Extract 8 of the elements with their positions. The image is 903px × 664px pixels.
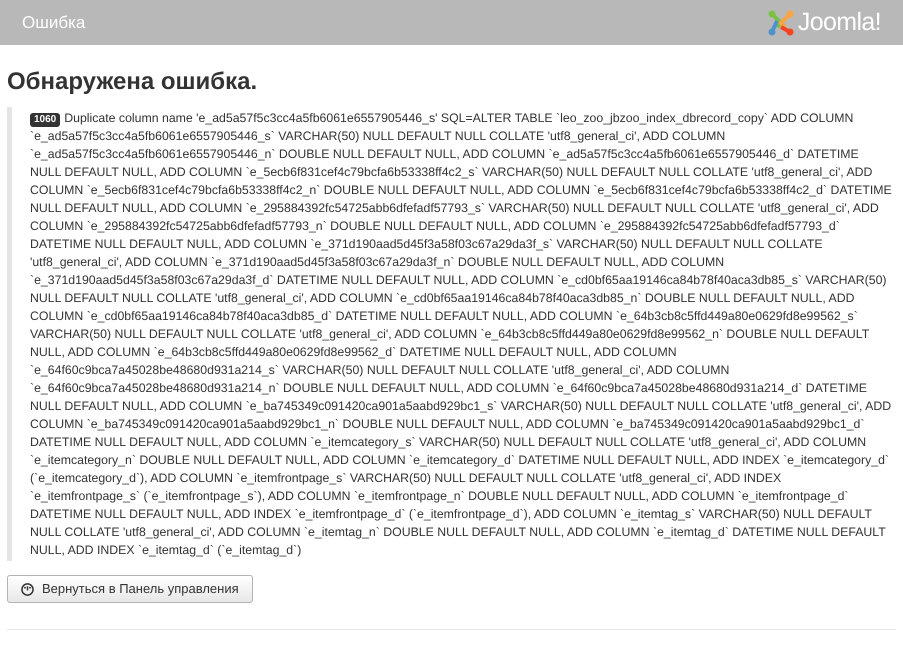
page-title: Ошибка bbox=[22, 12, 86, 34]
page-heading: Обнаружена ошибка. bbox=[6, 67, 258, 97]
logo-icon bbox=[766, 8, 795, 36]
error-message: 1060 Duplicate column name 'e_ad5a57f5c3cc4a5fb6061e6557905446_s' SQL=ALTER TABLE `leo_zoo_jbzoo_index_dbrecord_copy` ADD COLUMN `e_ad5a57f5c3cc4a5fb6061e6557905446_s` VARCHAR(50) NULL DEFAULT NULL COLLATE 'utf8_general_ci', ADD COLUMN `e_ad5a57f5c3cc4a5fb6061e6557905446_n` DOUBLE NULL DEFAULT NULL, ADD COLUMN `e_ad5a57f5c3cc4a5fb6061e6557905446_d` DATETIME NULL DEFAULT NULL, ADD COLUMN `e_5ecb6f831cef4c79bcfa6b53338ff4c2_s` VARCHAR(50) NULL DEFAULT NULL COLLATE 'utf8_general_ci', ADD COLUMN `e_5ecb6f831cef4c79bcfa6b53338ff4c2_n` DOUBLE NULL DEFAULT NULL, ADD COLUMN `e_5ecb6f831cef4c79bcfa6b53338ff4c2_d` DATETIME NULL DEFAULT NULL, ADD COLUMN `e_295884392fc54725abb6dfefadf57793_s` VARCHAR(50) NULL DEFAULT NULL COLLATE 'utf8_general_ci', ADD COLUMN `e_295884392fc54725abb6dfefadf57793_n` DOUBLE NULL DEFAULT NULL, ADD COLUMN `e_295884392fc54725abb6dfefadf57793_d` DATETIME NULL DEFAULT NULL, ADD COLUMN `e_371d190aad5d45f3a58f03c67a29da3f_s` VARCHAR(50) NULL DEFAULT NULL COLLATE 'utf8_general_ci', ADD COLUMN `e_371d190aad5d45f3a58f03c67a29da3f_n` DOUBLE NULL DEFAULT NULL, ADD COLUMN `e_371d190aad5d45f3a58f03c67a29da3f_d` DATETIME NULL DEFAULT NULL, ADD COLUMN `e_cd0bf65aa19146ca84b78f40aca3db85_s` VARCHAR(50) NULL DEFAULT NULL COLLATE 'utf8_general_ci', ADD COLUMN `e_cd0bf65aa19146ca84b78f40aca3db85_n` DOUBLE NULL DEFAULT NULL, ADD COLUMN `e_cd0bf65aa19146ca84b78f40aca3db85_d` DATETIME NULL DEFAULT NULL, ADD COLUMN `e_64b3cb8c5ffd449a80e0629fd8e99562_s` VARCHAR(50) NULL DEFAULT NULL COLLATE 'utf8_general_ci', ADD COLUMN `e_64b3cb8c5ffd449a80e0629fd8e99562_n` DOUBLE NULL DEFAULT NULL, ADD COLUMN `e_64b3cb8c5ffd449a80e0629fd8e99562_d` DATETIME NULL DEFAULT NULL, ADD COLUMN `e_64f60c9bca7a45028be48680d931a214_s` VARCHAR(50) NULL DEFAULT NULL COLLATE 'utf8_general_ci', ADD COLUMN `e_64f60c9bca7a45028be48680d931a214_n` DOUBLE NULL DEFAULT NULL, ADD COLUMN `e_64f60c9bca7a45028be48680d931a214_d` DATETIME NULL DEFAULT NULL, ADD COLUMN `e_ba745349c091420ca901a5aabd929bc1_s` VARCHAR(50) NULL DEFAULT NULL COLLATE 'utf8_general_ci', ADD COLUMN `e_ba745349c091420ca901a5aabd929bc1_n` DOUBLE NULL DEFAULT NULL, ADD COLUMN `e_ba745349c091420ca901a5aabd929bc1_d` DATETIME NULL DEFAULT NULL, ADD COLUMN `e_itemcategory_s` VARCHAR(50) NULL DEFAULT NULL COLLATE 'utf8_general_ci', ADD COLUMN `e_itemcategory_n` DOUBLE NULL DEFAULT NULL, ADD COLUMN `e_itemcategory_d` DATETIME NULL DEFAULT NULL, ADD INDEX `e_itemcategory_d` (`e_itemcategory_d`), ADD COLUMN `e_itemfrontpage_s` VARCHAR(50) NULL DEFAULT NULL COLLATE 'utf8_general_ci', ADD INDEX `e_itemfrontpage_s` (`e_itemfrontpage_s`), ADD COLUMN `e_itemfrontpage_n` DOUBLE NULL DEFAULT NULL, ADD COLUMN `e_itemfrontpage_d` DATETIME NULL DEFAULT NULL, ADD INDEX `e_itemfrontpage_d` (`e_itemfrontpage_d`), ADD COLUMN `e_itemtag_s` VARCHAR(50) NULL DEFAULT NULL COLLATE 'utf8_general_ci', ADD COLUMN `e_itemtag_n` DOUBLE NULL DEFAULT NULL, ADD COLUMN `e_itemtag_d` DATETIME NULL DEFAULT NULL, ADD INDEX `e_itemtag_d` (`e_itemtag_d`) bbox=[30, 110, 893, 559]
error-code-badge: 1060 bbox=[30, 113, 60, 127]
dashboard-icon bbox=[21, 582, 34, 596]
logo-text: Joomla! bbox=[798, 10, 881, 35]
back-button[interactable]: Вернуться в Панель управления bbox=[7, 575, 253, 603]
